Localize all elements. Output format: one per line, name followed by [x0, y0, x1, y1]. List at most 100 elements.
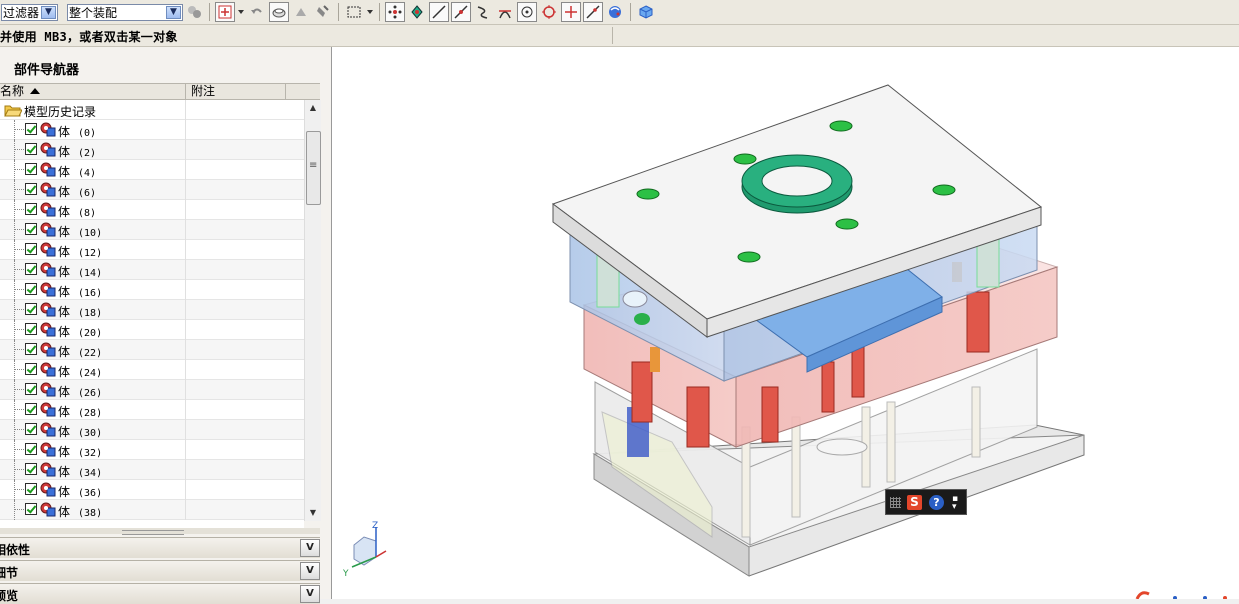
splitter-grip[interactable]	[122, 530, 184, 535]
panel-preview[interactable]: 预览 V	[0, 583, 320, 604]
solid-body-icon	[40, 242, 56, 257]
tree-row[interactable]: 体 (22)	[0, 340, 304, 360]
tree-row[interactable]: 体 (38)	[0, 500, 304, 520]
snap-face-icon[interactable]	[605, 2, 625, 22]
body-label: 体	[58, 385, 71, 399]
chevron-down-icon[interactable]: V	[300, 585, 320, 603]
ime-toolbar[interactable]: S ? ▪ ▾	[885, 489, 967, 515]
tree-root-row[interactable]: 模型历史记录	[0, 100, 304, 120]
assembly-scope-combo[interactable]: 整个装配 ▼	[67, 3, 183, 21]
ime-logo-icon[interactable]: S	[907, 495, 922, 510]
tree-row[interactable]: 体 (34)	[0, 460, 304, 480]
visibility-checkbox[interactable]	[25, 383, 37, 395]
tree-row[interactable]: 体 (2)	[0, 140, 304, 160]
scroll-up-arrow-icon[interactable]: ▲	[305, 100, 321, 116]
visibility-checkbox[interactable]	[25, 463, 37, 475]
panel-dependencies[interactable]: 相依性 V	[0, 537, 320, 558]
snap-line-icon[interactable]	[429, 2, 449, 22]
visibility-checkbox[interactable]	[25, 203, 37, 215]
move-icon[interactable]	[291, 2, 311, 22]
hand-icon[interactable]	[313, 2, 333, 22]
column-header-extra[interactable]	[285, 84, 321, 99]
navigator-scrollbar[interactable]: ▲ ▼	[304, 100, 321, 521]
dropdown-arrow-icon[interactable]	[366, 2, 374, 22]
column-header-name[interactable]: 名称	[0, 84, 186, 99]
tree-row[interactable]: 体 (26)	[0, 380, 304, 400]
panel-splitter[interactable]	[0, 528, 320, 535]
column-divider	[185, 480, 186, 500]
tree-row[interactable]: 体 (0)	[0, 120, 304, 140]
visibility-checkbox[interactable]	[25, 263, 37, 275]
help-icon[interactable]: ?	[929, 495, 944, 510]
tree-row[interactable]: 体 (12)	[0, 240, 304, 260]
assembly-component-icon[interactable]	[636, 2, 656, 22]
visibility-checkbox[interactable]	[25, 223, 37, 235]
visibility-checkbox[interactable]	[25, 163, 37, 175]
rectangle-select-icon[interactable]	[344, 2, 364, 22]
snap-point-on-curve-icon[interactable]	[583, 2, 603, 22]
tree-row[interactable]: 体 (24)	[0, 360, 304, 380]
toolbar-separator	[209, 3, 210, 21]
visibility-checkbox[interactable]	[25, 363, 37, 375]
visibility-checkbox[interactable]	[25, 343, 37, 355]
snap-arc-center-icon[interactable]	[517, 2, 537, 22]
panel-details[interactable]: 细节 V	[0, 560, 320, 581]
visibility-checkbox[interactable]	[25, 243, 37, 255]
select-body-icon[interactable]	[269, 2, 289, 22]
visibility-checkbox[interactable]	[25, 403, 37, 415]
drag-handle-icon[interactable]	[890, 497, 901, 508]
body-number: (34)	[78, 468, 103, 479]
tree-row[interactable]: 体 (10)	[0, 220, 304, 240]
dropdown-arrow-icon[interactable]	[237, 2, 245, 22]
visibility-checkbox[interactable]	[25, 183, 37, 195]
visibility-checkbox[interactable]	[25, 423, 37, 435]
snap-existing-point-icon[interactable]	[561, 2, 581, 22]
snap-grid-icon[interactable]	[407, 2, 427, 22]
scrollbar-thumb[interactable]	[306, 131, 321, 205]
snap-curve-icon[interactable]	[473, 2, 493, 22]
column-header-note[interactable]: 附注	[191, 84, 215, 99]
visibility-checkbox[interactable]	[25, 323, 37, 335]
solid-body-icon	[40, 482, 56, 497]
tree-row[interactable]: 体 (20)	[0, 320, 304, 340]
visibility-checkbox[interactable]	[25, 283, 37, 295]
snap-point-icon[interactable]	[215, 2, 235, 22]
menu-icon[interactable]: ▪ ▾	[952, 495, 958, 512]
tree-row-label: 体 (22)	[58, 343, 102, 360]
visibility-checkbox[interactable]	[25, 443, 37, 455]
tree-row[interactable]: 体 (30)	[0, 420, 304, 440]
snap-midpoint-icon[interactable]	[451, 2, 471, 22]
filter-combo[interactable]: 过滤器 ▼	[1, 3, 58, 21]
visibility-checkbox[interactable]	[25, 123, 37, 135]
tree-row[interactable]: 体 (36)	[0, 480, 304, 500]
body-number: (32)	[78, 448, 103, 459]
tree-row[interactable]: 体 (32)	[0, 440, 304, 460]
snap-intersection-icon[interactable]	[495, 2, 515, 22]
tree-row[interactable]: 体 (14)	[0, 260, 304, 280]
chevron-down-icon[interactable]: V	[300, 539, 320, 557]
chevron-down-icon[interactable]: ▼	[41, 5, 56, 19]
locating-ring[interactable]	[741, 154, 853, 214]
visibility-checkbox[interactable]	[25, 303, 37, 315]
visibility-checkbox[interactable]	[25, 483, 37, 495]
snap-quadrant-icon[interactable]	[539, 2, 559, 22]
visibility-checkbox[interactable]	[25, 503, 37, 515]
tree-row[interactable]: 体 (4)	[0, 160, 304, 180]
undo-icon[interactable]	[247, 2, 267, 22]
scroll-down-arrow-icon[interactable]: ▼	[305, 505, 321, 521]
tree-row[interactable]: 体 (6)	[0, 180, 304, 200]
tree-row[interactable]: 体 (16)	[0, 280, 304, 300]
tree-row[interactable]: 体 (8)	[0, 200, 304, 220]
tree-guide-line	[14, 509, 24, 510]
tree-row[interactable]: 体 (18)	[0, 300, 304, 320]
graphics-viewport[interactable]: Z Y	[332, 47, 1239, 600]
chevron-down-icon[interactable]: ▼	[166, 5, 181, 19]
general-selection-icon[interactable]	[184, 2, 204, 22]
snap-endpoints-icon[interactable]	[385, 2, 405, 22]
view-triad[interactable]	[351, 527, 387, 568]
tree-row[interactable]: 体 (28)	[0, 400, 304, 420]
visibility-checkbox[interactable]	[25, 143, 37, 155]
chevron-down-icon[interactable]: V	[300, 562, 320, 580]
tree-guide-line	[14, 209, 24, 210]
mold-assembly-model[interactable]: Z Y	[332, 47, 1239, 599]
